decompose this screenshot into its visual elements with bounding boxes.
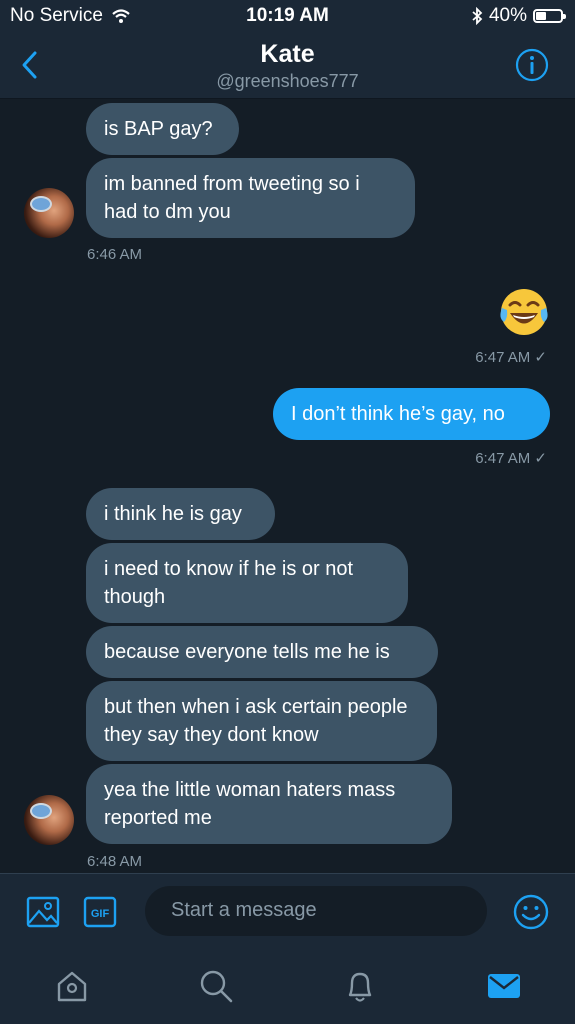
battery-icon xyxy=(533,9,566,23)
timestamp: 6:48 AM xyxy=(87,853,143,870)
timestamp: 6:47 AM ✓ xyxy=(475,349,547,366)
messages-icon[interactable] xyxy=(485,967,523,1005)
message-bubble-sent[interactable]: I don’t think he’s gay, no xyxy=(273,388,550,440)
info-icon[interactable] xyxy=(515,48,549,82)
emoji-icon[interactable] xyxy=(513,894,549,930)
compose-bar: GIF Start a message xyxy=(0,873,575,950)
battery-percent: 40% xyxy=(488,5,527,26)
message-bubble[interactable]: is BAP gay? xyxy=(86,103,239,155)
home-icon[interactable] xyxy=(53,967,91,1005)
status-bar: No Service 10:19 AM 40% xyxy=(0,0,575,32)
message-bubble[interactable]: but then when i ask certain people they … xyxy=(86,681,437,761)
contact-name[interactable]: Kate xyxy=(0,40,575,69)
search-icon[interactable] xyxy=(197,967,235,1005)
message-bubble[interactable]: yea the little woman haters mass reporte… xyxy=(86,764,452,844)
message-bubble[interactable]: i need to know if he is or not though xyxy=(86,543,408,623)
tab-bar xyxy=(0,949,575,1024)
timestamp: 6:46 AM xyxy=(87,246,143,263)
svg-text:GIF: GIF xyxy=(91,908,110,920)
avatar[interactable] xyxy=(24,188,74,238)
message-bubble[interactable]: i think he is gay xyxy=(86,488,275,540)
battery-fill xyxy=(536,12,547,20)
bluetooth-icon xyxy=(472,7,483,25)
face-with-tears-of-joy-icon[interactable] xyxy=(498,286,550,338)
timestamp: 6:47 AM ✓ xyxy=(475,450,547,467)
avatar[interactable] xyxy=(24,795,74,845)
message-bubble[interactable]: im banned from tweeting so i had to dm y… xyxy=(86,158,415,238)
gif-icon[interactable]: GIF xyxy=(83,896,117,928)
message-input[interactable]: Start a message xyxy=(145,886,487,936)
conversation-header: Kate @greenshoes777 xyxy=(0,32,575,99)
image-icon[interactable] xyxy=(26,896,60,928)
notifications-icon[interactable] xyxy=(341,967,379,1005)
contact-handle[interactable]: @greenshoes777 xyxy=(0,71,575,92)
message-bubble[interactable]: because everyone tells me he is xyxy=(86,626,438,678)
status-right: 40% xyxy=(471,5,566,27)
